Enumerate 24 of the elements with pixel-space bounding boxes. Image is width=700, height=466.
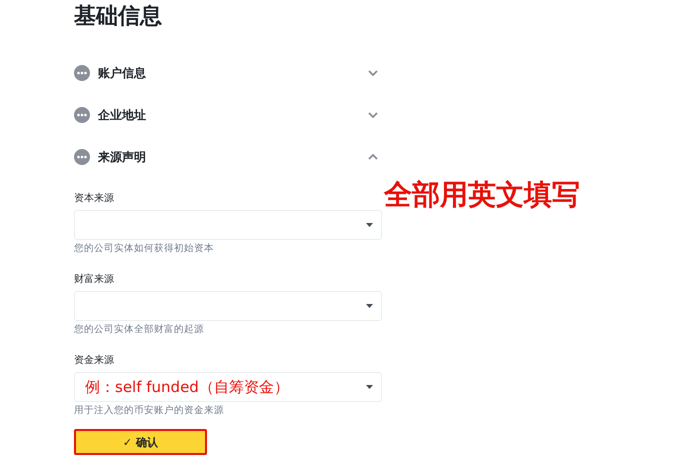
caret-icon <box>366 304 373 308</box>
more-icon <box>74 65 90 81</box>
page-title: 基础信息 <box>74 4 163 30</box>
annotation-text: 全部用英文填写 <box>384 177 580 213</box>
section-header[interactable]: 账户信息 <box>74 62 382 84</box>
chevron-down-icon <box>368 70 378 76</box>
more-icon <box>74 149 90 165</box>
select-field[interactable]: 例：self funded（自筹资金） <box>74 372 382 402</box>
field-hint: 用于注入您的币安账户的资金来源 <box>74 404 225 417</box>
chevron-down-icon <box>368 112 378 118</box>
select-field[interactable] <box>74 291 382 321</box>
section-header[interactable]: 企业地址 <box>74 104 382 126</box>
field-hint: 您的公司实体如何获得初始资本 <box>74 242 215 255</box>
caret-icon <box>366 385 373 389</box>
caret-icon <box>366 223 373 227</box>
chevron-up-icon <box>368 154 378 160</box>
more-icon <box>74 107 90 123</box>
field-label: 财富来源 <box>74 273 115 286</box>
confirm-button[interactable]: ✓ 确认 <box>74 429 207 455</box>
field-label: 资本来源 <box>74 192 115 205</box>
field-hint: 您的公司实体全部财富的起源 <box>74 323 205 336</box>
field-label: 资金来源 <box>74 354 115 367</box>
section-header[interactable]: 来源声明 <box>74 146 382 168</box>
select-field[interactable] <box>74 210 382 240</box>
